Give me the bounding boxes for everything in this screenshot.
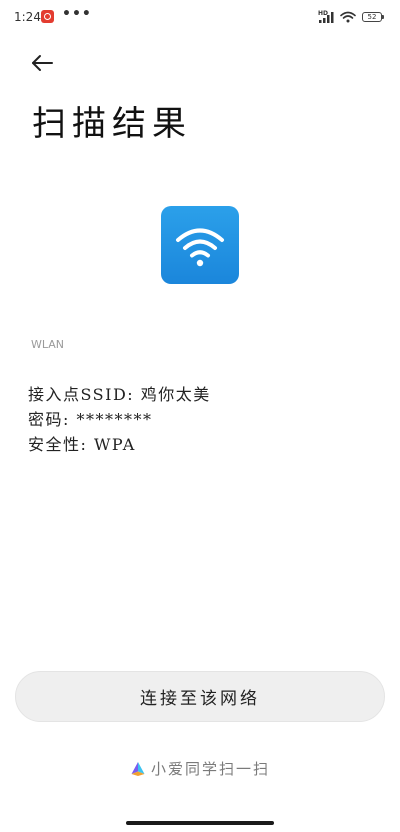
battery-icon: 52 xyxy=(362,12,384,22)
back-button[interactable] xyxy=(24,46,60,80)
wifi-status-icon xyxy=(340,11,356,23)
arrow-left-icon xyxy=(32,55,53,71)
battery-level: 52 xyxy=(367,13,377,21)
home-indicator[interactable] xyxy=(126,821,274,825)
brand-footer: 小爱同学扫一扫 xyxy=(0,758,400,779)
security-line: 安全性: WPA xyxy=(28,435,136,454)
xiaoai-logo-icon xyxy=(131,761,145,776)
password-line: 密码: ******** xyxy=(28,410,153,429)
wifi-icon xyxy=(176,228,224,267)
page-title: 扫描结果 xyxy=(32,104,192,144)
network-type-label: WLAN xyxy=(31,338,65,351)
wifi-result-icon-tile xyxy=(161,206,239,284)
brand-text: 小爱同学扫一扫 xyxy=(150,760,270,778)
red-app-notification-icon xyxy=(41,10,54,23)
status-bar: 1:24 ••• HD 52 xyxy=(0,0,400,36)
connect-button-label: 连接至该网络 xyxy=(140,689,260,709)
ssid-line: 接入点SSID: 鸡你太美 xyxy=(28,385,211,404)
network-info: 接入点SSID: 鸡你太美 密码: ******** 安全性: WPA xyxy=(28,382,211,457)
connect-network-button[interactable]: 连接至该网络 xyxy=(15,671,385,722)
status-time: 1:24 xyxy=(14,10,41,24)
cellular-signal-icon xyxy=(319,12,334,23)
more-notifications-icon: ••• xyxy=(62,6,92,22)
